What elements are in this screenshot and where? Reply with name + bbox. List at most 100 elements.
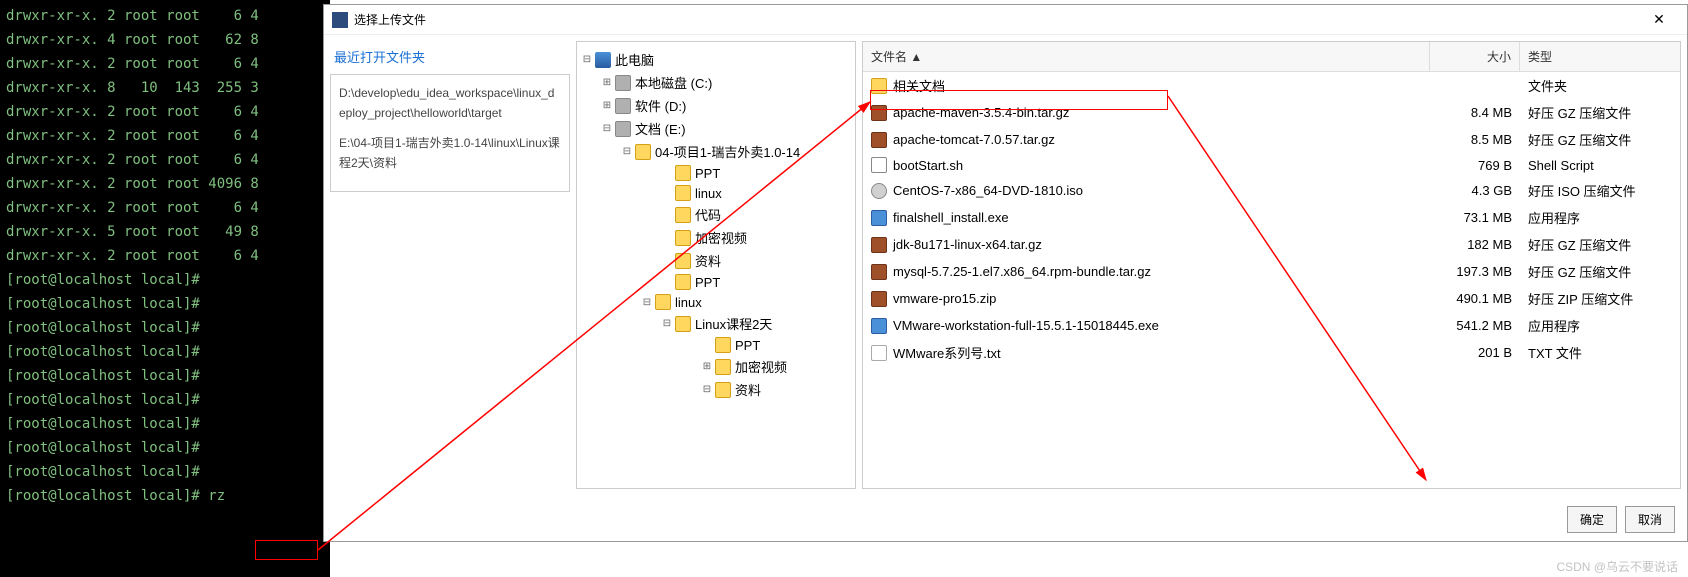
file-name: apache-tomcat-7.0.57.tar.gz (893, 132, 1055, 147)
file-type: 应用程序 (1520, 206, 1680, 229)
tree-item[interactable]: ⊟此电脑 (579, 48, 853, 71)
file-list[interactable]: 相关文档文件夹apache-maven-3.5.4-bin.tar.gz8.4 … (863, 72, 1680, 488)
close-button[interactable]: ✕ (1639, 11, 1679, 28)
file-type: TXT 文件 (1520, 341, 1680, 364)
file-size: 201 B (1430, 343, 1520, 362)
tree-item[interactable]: ⊞ 软件 (D:) (599, 94, 853, 117)
tree-toggle-icon[interactable]: ⊟ (701, 384, 713, 395)
file-type: Shell Script (1520, 156, 1680, 175)
file-size: 8.5 MB (1430, 130, 1520, 149)
tree-toggle-icon[interactable]: ⊞ (701, 361, 713, 372)
file-row[interactable]: mysql-5.7.25-1.el7.x86_64.rpm-bundle.tar… (863, 258, 1680, 285)
tree-toggle-icon[interactable]: ⊟ (581, 54, 593, 65)
folder-icon (675, 230, 691, 246)
file-highlight-box (870, 90, 1168, 110)
recent-path[interactable]: E:\04-项目1-瑞吉外卖1.0-14\linux\Linux课程2天\资料 (339, 133, 561, 173)
tree-label: 加密视频 (695, 228, 747, 247)
tree-toggle-icon[interactable]: ⊞ (601, 77, 613, 88)
file-row[interactable]: bootStart.sh769 BShell Script (863, 153, 1680, 177)
tree-toggle-icon[interactable]: ⊟ (601, 123, 613, 134)
col-type[interactable]: 类型 (1520, 42, 1680, 71)
upload-dialog: 选择上传文件 ✕ 最近打开文件夹 D:\develop\edu_idea_wor… (323, 4, 1688, 542)
tree-toggle-icon[interactable]: ⊟ (641, 297, 653, 308)
tree-item[interactable]: ⊟ 文档 (E:) (599, 117, 853, 140)
titlebar: 选择上传文件 ✕ (324, 5, 1687, 35)
file-size: 4.3 GB (1430, 181, 1520, 200)
terminal[interactable]: drwxr-xr-x. 2 root root 6 4drwxr-xr-x. 4… (0, 0, 330, 577)
tree-label: 资料 (735, 380, 761, 399)
file-name: finalshell_install.exe (893, 210, 1009, 225)
file-list-header[interactable]: 文件名 ▲ 大小 类型 (863, 42, 1680, 72)
tree-item[interactable]: PPT (699, 335, 853, 355)
file-size: 769 B (1430, 156, 1520, 175)
recent-folders-box: D:\develop\edu_idea_workspace\linux_depl… (330, 74, 570, 192)
exe-icon (871, 318, 887, 334)
file-row[interactable]: VMware-workstation-full-15.5.1-15018445.… (863, 312, 1680, 339)
tree-item[interactable]: ⊟ 资料 (699, 378, 853, 401)
tree-item[interactable]: 资料 (659, 249, 853, 272)
folder-icon (675, 207, 691, 223)
folder-icon (715, 337, 731, 353)
tree-toggle-icon[interactable]: ⊟ (661, 318, 673, 329)
app-icon (332, 12, 348, 28)
tree-item[interactable]: ⊞ 本地磁盘 (C:) (599, 71, 853, 94)
col-size[interactable]: 大小 (1430, 42, 1520, 71)
col-name[interactable]: 文件名 ▲ (863, 42, 1430, 71)
file-size: 8.4 MB (1430, 103, 1520, 122)
tree-toggle-icon[interactable]: ⊟ (621, 146, 633, 157)
tree-label: 软件 (D:) (635, 96, 686, 115)
tree-item[interactable]: 代码 (659, 203, 853, 226)
file-name: mysql-5.7.25-1.el7.x86_64.rpm-bundle.tar… (893, 264, 1151, 279)
tree-label: 代码 (695, 205, 721, 224)
tree-item[interactable]: ⊞加密视频 (699, 355, 853, 378)
file-name: CentOS-7-x86_64-DVD-1810.iso (893, 183, 1083, 198)
tree-item[interactable]: 加密视频 (659, 226, 853, 249)
watermark: CSDN @乌云不要说话 (1556, 558, 1678, 575)
folder-tree[interactable]: ⊟此电脑⊞本地磁盘 (C:)⊞软件 (D:)⊟文档 (E:)⊟04-项目1-瑞吉… (576, 41, 856, 489)
cancel-button[interactable]: 取消 (1625, 506, 1675, 533)
tree-label: PPT (695, 166, 720, 181)
archive-icon (871, 132, 887, 148)
folder-icon (675, 253, 691, 269)
folder-icon (635, 144, 651, 160)
tree-label: 04-项目1-瑞吉外卖1.0-14 (655, 142, 800, 161)
file-size: 182 MB (1430, 235, 1520, 254)
ok-button[interactable]: 确定 (1567, 506, 1617, 533)
recent-folders-heading: 最近打开文件夹 (330, 41, 570, 74)
file-row[interactable]: apache-tomcat-7.0.57.tar.gz 8.5 MB好压 GZ 压… (863, 126, 1680, 153)
tree-toggle-icon[interactable]: ⊞ (601, 100, 613, 111)
folder-icon (715, 359, 731, 375)
txt-icon (871, 345, 887, 361)
file-row[interactable]: jdk-8u171-linux-x64.tar.gz 182 MB好压 GZ 压缩… (863, 231, 1680, 258)
file-type: 文件夹 (1520, 74, 1680, 97)
recent-path[interactable]: D:\develop\edu_idea_workspace\linux_depl… (339, 83, 561, 123)
file-size: 197.3 MB (1430, 262, 1520, 281)
tree-label: linux (675, 295, 702, 310)
drive-icon (615, 121, 631, 137)
file-type: 好压 GZ 压缩文件 (1520, 128, 1680, 151)
tree-item[interactable]: linux (659, 183, 853, 203)
tree-item[interactable]: ⊟ 04-项目1-瑞吉外卖1.0-14 (619, 140, 853, 163)
tree-item[interactable]: PPT (659, 272, 853, 292)
file-row[interactable]: finalshell_install.exe 73.1 MB应用程序 (863, 204, 1680, 231)
dialog-title: 选择上传文件 (354, 11, 1639, 28)
file-type: 好压 GZ 压缩文件 (1520, 233, 1680, 256)
tree-item[interactable]: ⊟ linux (639, 292, 853, 312)
folder-icon (675, 165, 691, 181)
file-row[interactable]: vmware-pro15.zip490.1 MB好压 ZIP 压缩文件 (863, 285, 1680, 312)
file-row[interactable]: WMware系列号.txt201 BTXT 文件 (863, 339, 1680, 366)
drive-icon (615, 75, 631, 91)
rz-highlight-box (255, 540, 318, 560)
folder-icon (715, 382, 731, 398)
tree-item[interactable]: PPT (659, 163, 853, 183)
file-row[interactable]: CentOS-7-x86_64-DVD-1810.iso4.3 GB好压 ISO… (863, 177, 1680, 204)
file-name: jdk-8u171-linux-x64.tar.gz (893, 237, 1042, 252)
tree-label: linux (695, 186, 722, 201)
tree-label: 本地磁盘 (C:) (635, 73, 712, 92)
tree-item[interactable]: ⊟Linux课程2天 (659, 312, 853, 335)
computer-icon (595, 52, 611, 68)
folder-icon (675, 185, 691, 201)
file-size: 541.2 MB (1430, 316, 1520, 335)
file-size: 73.1 MB (1430, 208, 1520, 227)
tree-label: 文档 (E:) (635, 119, 686, 138)
